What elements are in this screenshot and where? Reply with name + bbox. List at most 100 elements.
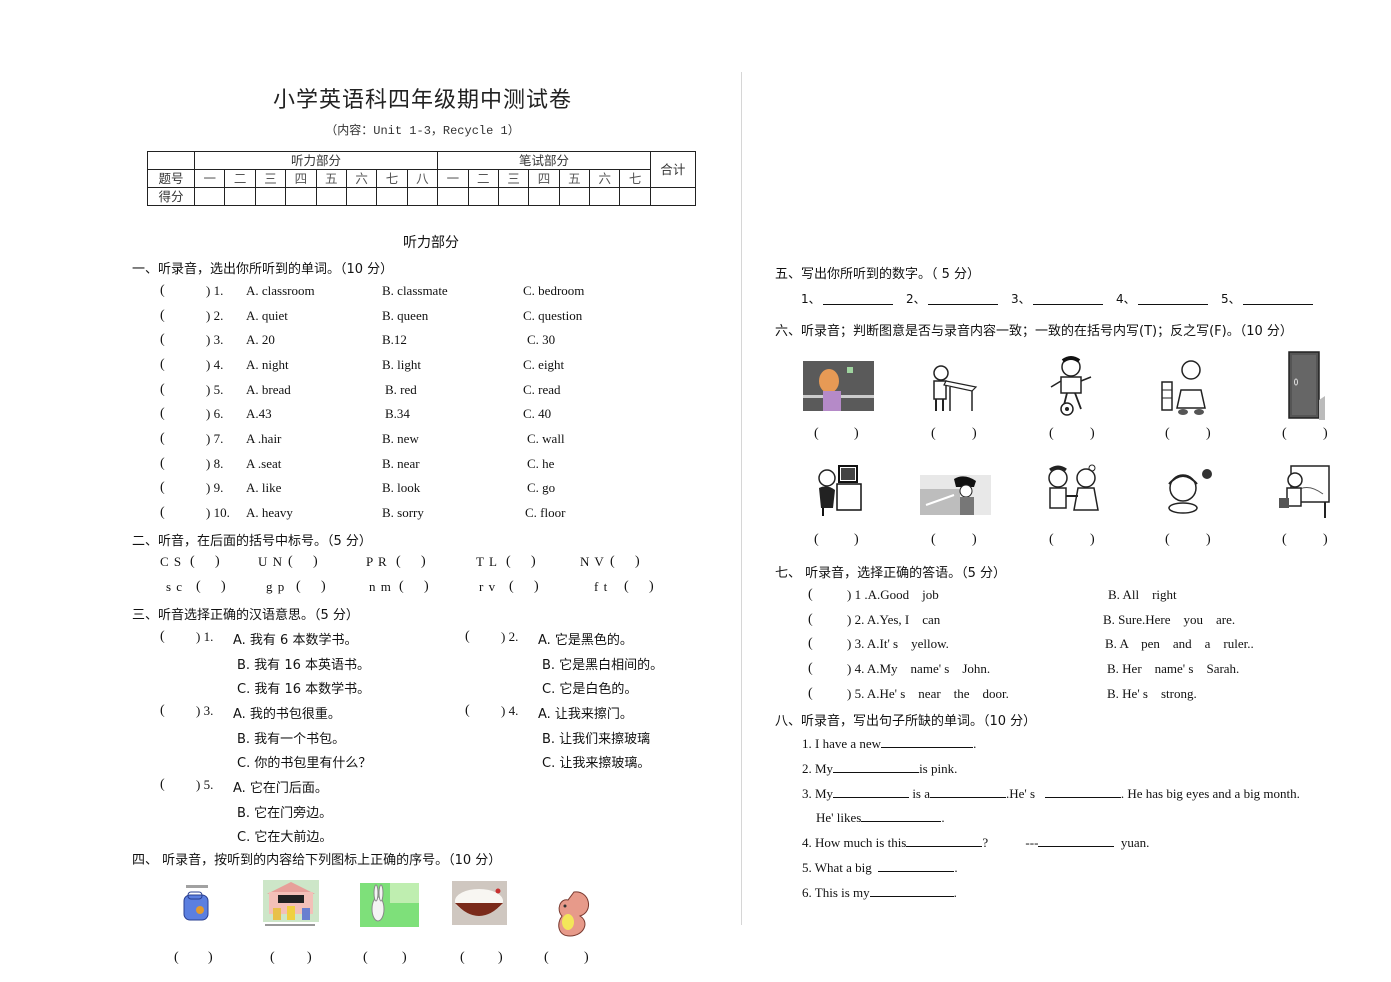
answer-paren-close: ) [1206,532,1211,547]
answer-slot[interactable] [404,554,418,570]
option-a: A. 它在门后面。 [233,781,328,796]
score-cell[interactable] [376,187,408,206]
answer-slot[interactable] [180,406,206,422]
sentence-text: 5. What a big [802,860,872,875]
listening-col: 五 [315,169,347,188]
score-cell[interactable] [437,187,469,206]
answer-blank[interactable] [1138,290,1208,305]
answer-blank[interactable] [833,760,920,773]
score-cell[interactable] [497,187,530,206]
score-cell[interactable] [254,187,287,206]
answer-slot[interactable] [552,950,584,966]
item-number: ) 7. [206,431,224,446]
rice-bowl-picture [452,881,507,925]
answer-slot[interactable] [278,950,307,966]
answer-slot[interactable] [816,587,844,603]
answer-slot[interactable] [468,950,498,966]
answer-slot[interactable] [939,532,972,548]
answer-blank[interactable] [1243,290,1313,305]
score-cell[interactable] [558,187,591,206]
total-header: 合计 [649,151,696,188]
answer-paren-open: ( [296,579,301,594]
answer-slot[interactable] [180,308,206,324]
answer-blank[interactable] [930,785,1007,798]
answer-slot[interactable] [475,703,499,719]
score-cell[interactable] [619,187,651,206]
answer-slot[interactable] [1057,426,1090,442]
option-a: ) 5. A.He' s near the door. [847,686,1009,701]
answer-slot[interactable] [1173,532,1206,548]
answer-slot[interactable] [822,426,854,442]
page-divider [741,72,742,925]
answer-blank[interactable] [869,884,954,897]
score-cell[interactable] [589,187,621,206]
answer-blank[interactable] [1044,785,1121,798]
answer-slot[interactable] [632,579,646,595]
option-a: A.43 [246,406,272,421]
answer-blank[interactable] [878,859,955,872]
score-cell[interactable] [285,187,317,206]
score-cell[interactable] [345,187,378,206]
answer-slot[interactable] [170,777,194,793]
option-b: B. sorry [382,505,424,520]
answer-slot[interactable] [180,431,206,447]
answer-slot[interactable] [407,579,421,595]
answer-slot[interactable] [180,480,206,496]
answer-slot[interactable] [371,950,402,966]
score-cell[interactable] [528,187,560,206]
item-number: ) 4. [501,703,519,718]
answer-slot[interactable] [517,579,531,595]
score-cell[interactable] [224,187,256,206]
answer-paren-open: ( [160,357,165,372]
answer-blank[interactable] [1033,290,1103,305]
answer-slot[interactable] [822,532,854,548]
answer-blank[interactable] [881,735,974,748]
total-score-cell[interactable] [649,187,696,206]
score-cell[interactable] [467,187,499,206]
answer-blank[interactable] [823,290,893,305]
answer-slot[interactable] [816,686,844,702]
score-cell[interactable] [315,187,347,206]
answer-blank[interactable] [906,834,983,847]
answer-slot[interactable] [204,579,218,595]
answer-slot[interactable] [180,332,206,348]
answer-blank[interactable] [1038,834,1115,847]
squirrel-picture [558,891,589,937]
answer-slot[interactable] [514,554,528,570]
answer-slot[interactable] [180,357,206,373]
answer-slot[interactable] [180,283,206,299]
answer-slot[interactable] [816,636,844,652]
answer-slot[interactable] [1290,426,1323,442]
answer-slot[interactable] [618,554,632,570]
answer-slot[interactable] [475,629,499,645]
answer-slot[interactable] [304,579,318,595]
letter-pair: n m [369,579,392,594]
answer-slot[interactable] [1290,532,1323,548]
answer-slot[interactable] [939,426,972,442]
answer-slot[interactable] [816,612,844,628]
answer-slot[interactable] [180,382,206,398]
answer-slot[interactable] [816,661,844,677]
score-cell[interactable] [406,187,439,206]
answer-slot[interactable] [1173,426,1206,442]
option-c: C. 40 [523,406,552,421]
option-b: B. queen [382,308,429,323]
answer-paren-open: ( [808,686,813,701]
answer-blank[interactable] [833,785,910,798]
answer-paren-close: ) [321,579,326,594]
option-b: B. 我有一个书包。 [237,731,346,747]
answer-paren-open: ( [160,406,165,421]
answer-slot[interactable] [170,703,194,719]
answer-slot[interactable] [198,554,212,570]
answer-blank[interactable] [861,809,942,822]
answer-paren-open: ( [808,587,813,602]
answer-slot[interactable] [170,629,194,645]
answer-slot[interactable] [182,950,208,966]
answer-blank[interactable] [928,290,998,305]
answer-slot[interactable] [296,554,310,570]
answer-slot[interactable] [180,505,206,521]
score-cell[interactable] [193,187,226,206]
answer-slot[interactable] [1057,532,1090,548]
option-b: B.34 [385,406,410,421]
answer-slot[interactable] [180,456,206,472]
